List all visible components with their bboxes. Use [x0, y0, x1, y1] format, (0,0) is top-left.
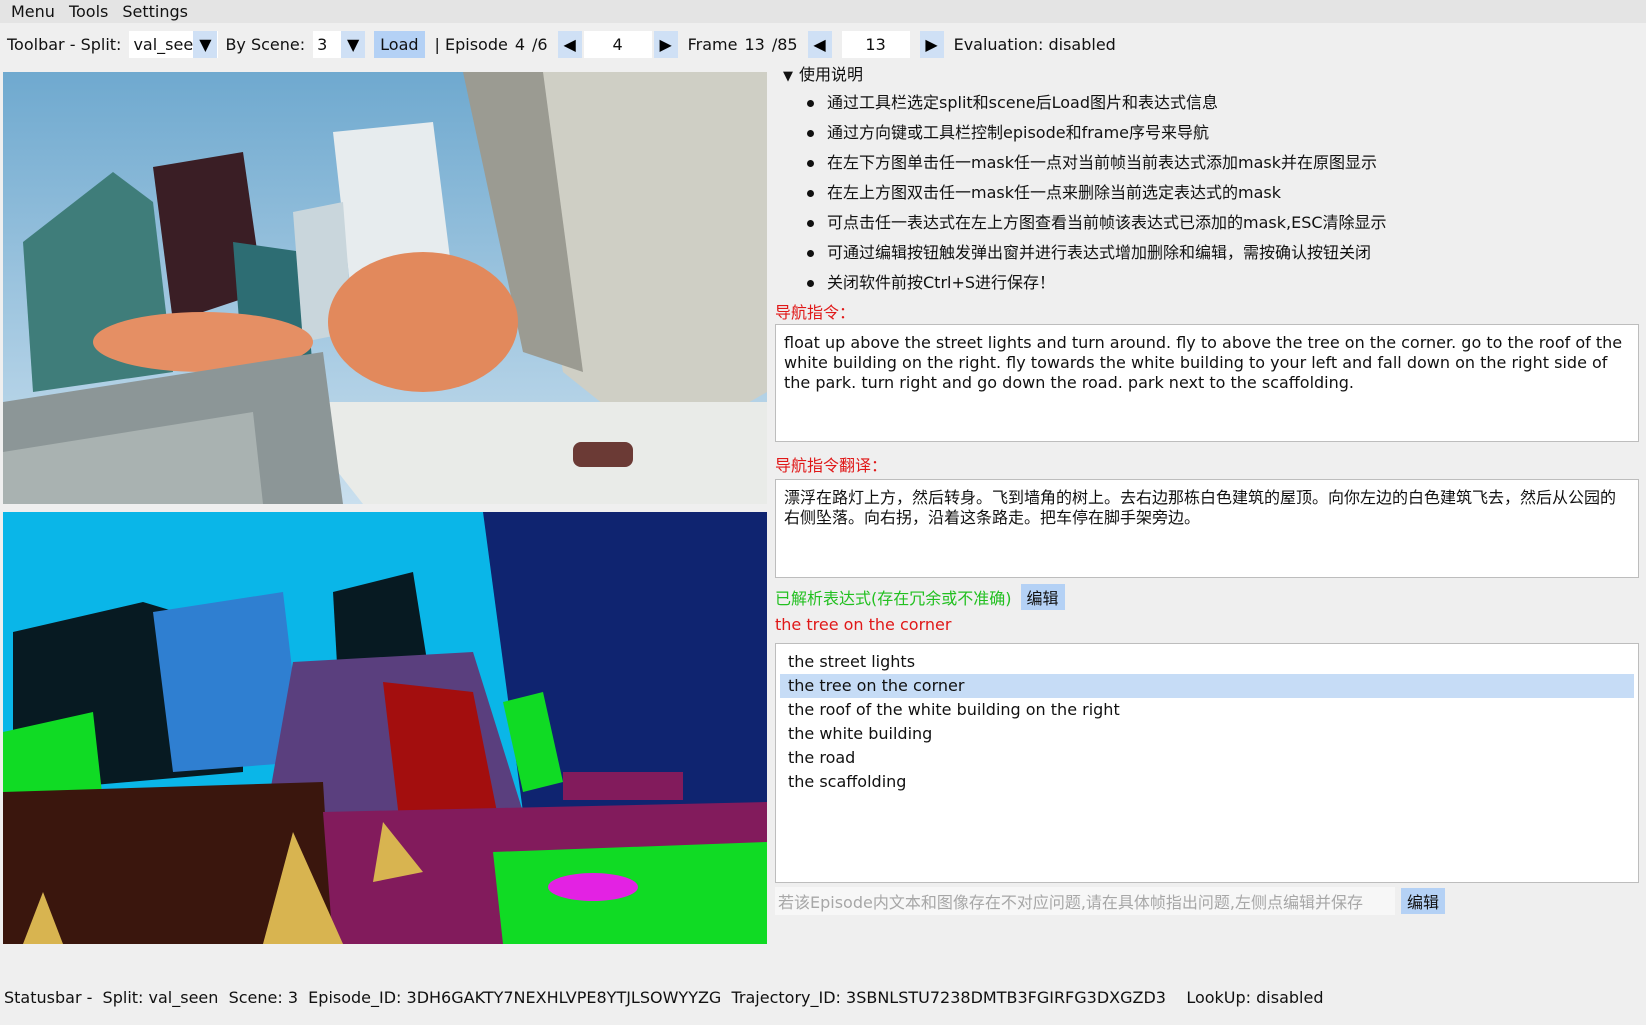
- expression-item[interactable]: the scaffolding: [780, 770, 1634, 794]
- help-item: 关闭软件前按Ctrl+S进行保存！: [805, 268, 1387, 298]
- menu-bar: Menu Tools Settings: [0, 0, 1646, 23]
- menu-tools[interactable]: Tools: [63, 0, 116, 23]
- expression-item-selected[interactable]: the tree on the corner: [780, 674, 1634, 698]
- episode-prev-button[interactable]: ◀: [557, 30, 582, 58]
- issue-row: 若该Episode内文本和图像存在不对应问题,请在具体帧指出问题,左侧点编辑并保…: [775, 887, 1446, 915]
- frame-next-button[interactable]: ▶: [919, 30, 944, 58]
- episode-current: 4: [514, 34, 526, 54]
- triangle-down-icon: ▼: [783, 69, 793, 84]
- help-item: 通过方向键或工具栏控制episode和frame序号来导航: [805, 118, 1387, 148]
- episode-input[interactable]: 4: [583, 30, 652, 58]
- menu-settings[interactable]: Settings: [116, 0, 196, 23]
- expression-item[interactable]: the street lights: [780, 650, 1634, 674]
- expressions-label: 已解析表达式(存在冗余或不准确): [775, 589, 1012, 608]
- help-item: 可点击任一表达式在左上方图查看当前帧该表达式已添加的mask,ESC清除显示: [805, 208, 1387, 238]
- translation-label: 导航指令翻译：: [775, 456, 888, 475]
- frame-total: /85: [771, 34, 798, 54]
- segmentation-image-view[interactable]: [3, 512, 767, 944]
- scene-select[interactable]: 3 ▼: [313, 30, 366, 58]
- expression-item[interactable]: the roof of the white building on the ri…: [780, 698, 1634, 722]
- translation-textbox[interactable]: 漂浮在路灯上方，然后转身。飞到墙角的树上。去右边那栋白色建筑的屋顶。向你左边的白…: [775, 479, 1639, 578]
- split-select[interactable]: val_seen ▼: [129, 30, 219, 58]
- issue-input[interactable]: 若该Episode内文本和图像存在不对应问题,请在具体帧指出问题,左侧点编辑并保…: [775, 887, 1395, 915]
- expression-list: the street lights the tree on the corner…: [780, 650, 1634, 794]
- instruction-textbox[interactable]: float up above the street lights and tur…: [775, 324, 1639, 442]
- help-title: 使用说明: [799, 65, 864, 84]
- help-item: 可通过编辑按钮触发弹出窗并进行表达式增加删除和编辑，需按确认按钮关闭: [805, 238, 1387, 268]
- expressions-header: 已解析表达式(存在冗余或不准确) 编辑: [775, 584, 1065, 610]
- scene-value: 3: [317, 34, 328, 54]
- frame-label: Frame: [687, 34, 738, 54]
- frame-current: 13: [744, 34, 765, 54]
- expression-item[interactable]: the road: [780, 746, 1634, 770]
- frame-prev-button[interactable]: ◀: [807, 30, 832, 58]
- menu-menu[interactable]: Menu: [0, 0, 63, 23]
- episode-label: | Episode: [434, 34, 508, 54]
- split-label: Toolbar - Split:: [7, 34, 122, 54]
- status-bar: Statusbar - Split: val_seen Scene: 3 Epi…: [4, 988, 1324, 1007]
- help-item: 在左上方图双击任一mask任一点来删除当前选定表达式的mask: [805, 178, 1387, 208]
- chevron-down-icon[interactable]: ▼: [341, 30, 366, 58]
- frame-input[interactable]: 13: [841, 30, 910, 58]
- episode-next-button[interactable]: ▶: [653, 30, 678, 58]
- episode-total: /6: [532, 34, 548, 54]
- issue-edit-button[interactable]: 编辑: [1401, 888, 1446, 914]
- load-button[interactable]: Load: [374, 30, 425, 58]
- evaluation-status: Evaluation: disabled: [953, 34, 1116, 54]
- instruction-label: 导航指令：: [775, 303, 856, 322]
- rgb-image: [3, 72, 767, 504]
- help-item: 通过工具栏选定split和scene后Load图片和表达式信息: [805, 88, 1387, 118]
- help-item: 在左下方图单击任一mask任一点对当前帧当前表达式添加mask并在原图显示: [805, 148, 1387, 178]
- expressions-edit-button[interactable]: 编辑: [1020, 584, 1065, 610]
- split-value: val_seen: [133, 34, 194, 54]
- scene-label: By Scene:: [225, 34, 306, 54]
- toolbar: Toolbar - Split: val_seen ▼ By Scene: 3 …: [0, 27, 1646, 61]
- expression-list-box: the street lights the tree on the corner…: [775, 643, 1639, 883]
- expression-item[interactable]: the white building: [780, 722, 1634, 746]
- help-toggle[interactable]: ▼ 使用说明: [783, 61, 863, 85]
- rgb-image-view[interactable]: [3, 72, 767, 504]
- current-expression: the tree on the corner: [775, 615, 952, 634]
- help-list: 通过工具栏选定split和scene后Load图片和表达式信息 通过方向键或工具…: [805, 88, 1387, 298]
- segmentation-image: [3, 512, 767, 944]
- chevron-down-icon[interactable]: ▼: [193, 30, 218, 58]
